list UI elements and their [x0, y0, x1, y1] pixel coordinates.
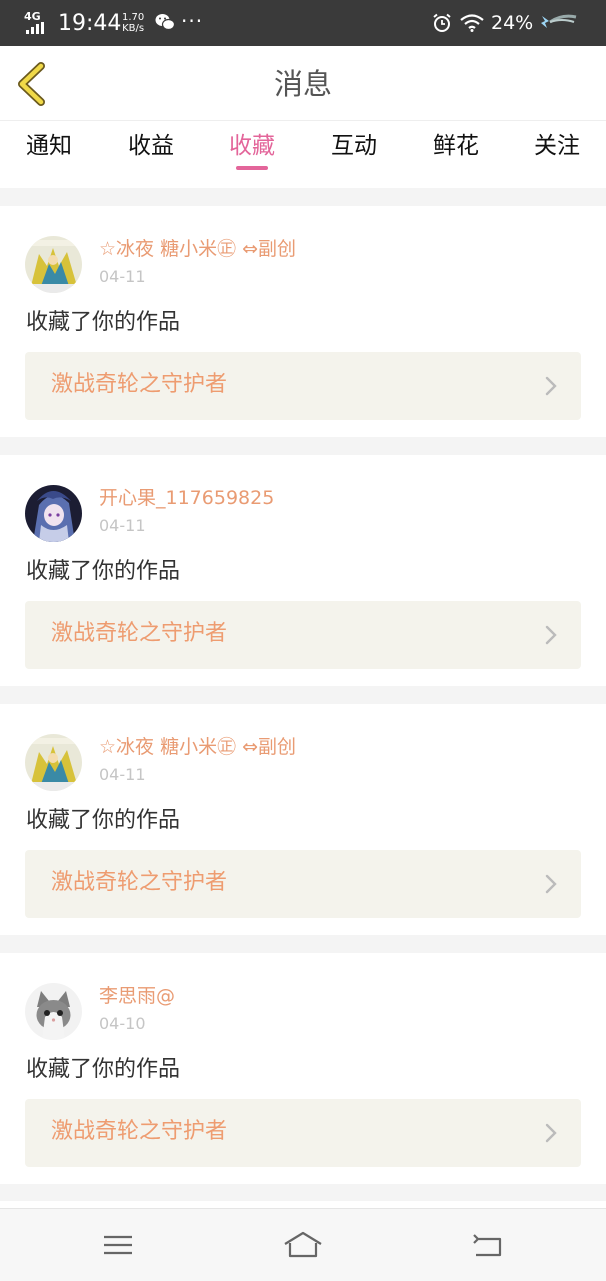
work-title: 激战奇轮之守护者 [51, 621, 228, 646]
anime-game-avatar-image [25, 734, 82, 791]
message-time: 04-11 [99, 516, 146, 535]
signal-icon [26, 22, 48, 34]
system-nav-bar [0, 1208, 606, 1281]
message-time: 04-11 [99, 765, 146, 784]
anime-character-avatar-image [25, 485, 82, 542]
tab-flowers[interactable]: 鲜花 [416, 130, 496, 162]
speed-value: 1.70 [122, 12, 145, 23]
work-link[interactable]: 激战奇轮之守护者 [25, 352, 581, 420]
speed-unit: KB/s [122, 23, 145, 34]
more-notifications-icon: ··· [181, 9, 204, 33]
wifi-icon [460, 14, 484, 32]
username[interactable]: 开心果_117659825 [99, 485, 274, 511]
alarm-icon [433, 13, 451, 32]
message-item: ☆冰夜 糖小米㊣ ⇔副创 04-11 收藏了你的作品 激战奇轮之守护者 [0, 704, 606, 935]
work-link[interactable]: 激战奇轮之守护者 [25, 1099, 581, 1167]
clock: 19:44 [58, 11, 122, 36]
message-item-partial [0, 1201, 606, 1208]
status-bar: 4G 19:44 1.70 KB/s ··· 24% [0, 0, 606, 46]
work-link[interactable]: 激战奇轮之守护者 [25, 601, 581, 669]
message-text: 收藏了你的作品 [26, 1057, 181, 1082]
tab-favorites[interactable]: 收藏 [212, 130, 292, 162]
username[interactable]: ☆冰夜 糖小米㊣ ⇔副创 [99, 734, 296, 760]
chevron-right-icon [545, 625, 557, 645]
chevron-right-icon [545, 874, 557, 894]
chevron-right-icon [545, 376, 557, 396]
message-text: 收藏了你的作品 [26, 559, 181, 584]
message-item: 开心果_117659825 04-11 收藏了你的作品 激战奇轮之守护者 [0, 455, 606, 686]
message-item: 李思雨@ 04-10 收藏了你的作品 激战奇轮之守护者 [0, 953, 606, 1184]
anime-game-avatar-image [25, 236, 82, 293]
work-title: 激战奇轮之守护者 [51, 372, 228, 397]
work-title: 激战奇轮之守护者 [51, 870, 228, 895]
username[interactable]: ☆冰夜 糖小米㊣ ⇔副创 [99, 236, 296, 262]
menu-icon[interactable] [98, 1229, 138, 1261]
home-icon[interactable] [283, 1229, 323, 1261]
avatar[interactable] [25, 983, 82, 1040]
tab-follows[interactable]: 关注 [517, 130, 597, 162]
tab-interactions[interactable]: 互动 [314, 130, 394, 162]
work-title: 激战奇轮之守护者 [51, 1119, 228, 1144]
avatar[interactable] [25, 734, 82, 791]
back-icon[interactable] [468, 1229, 508, 1261]
message-text: 收藏了你的作品 [26, 808, 181, 833]
app-header: 消息 [0, 46, 606, 121]
tab-bar: 通知 收益 收藏 互动 鲜花 关注 [0, 121, 606, 188]
avatar[interactable] [25, 236, 82, 293]
avatar[interactable] [25, 485, 82, 542]
work-link[interactable]: 激战奇轮之守护者 [25, 850, 581, 918]
charging-icon [541, 14, 577, 28]
username[interactable]: 李思雨@ [99, 983, 175, 1009]
tab-earnings[interactable]: 收益 [111, 130, 191, 162]
network-type: 4G [24, 10, 41, 23]
kitten-avatar-image [25, 983, 82, 1040]
network-speed: 1.70 KB/s [122, 12, 144, 34]
message-item: ☆冰夜 糖小米㊣ ⇔副创 04-11 收藏了你的作品 激战奇轮之守护者 [0, 206, 606, 437]
message-time: 04-10 [99, 1014, 146, 1033]
wechat-icon [155, 14, 175, 31]
active-tab-indicator [236, 166, 268, 170]
tab-notifications[interactable]: 通知 [9, 130, 89, 162]
chevron-right-icon [545, 1123, 557, 1143]
message-text: 收藏了你的作品 [26, 310, 181, 335]
message-time: 04-11 [99, 267, 146, 286]
battery-level: 24% [491, 12, 534, 34]
page-title: 消息 [273, 67, 332, 101]
